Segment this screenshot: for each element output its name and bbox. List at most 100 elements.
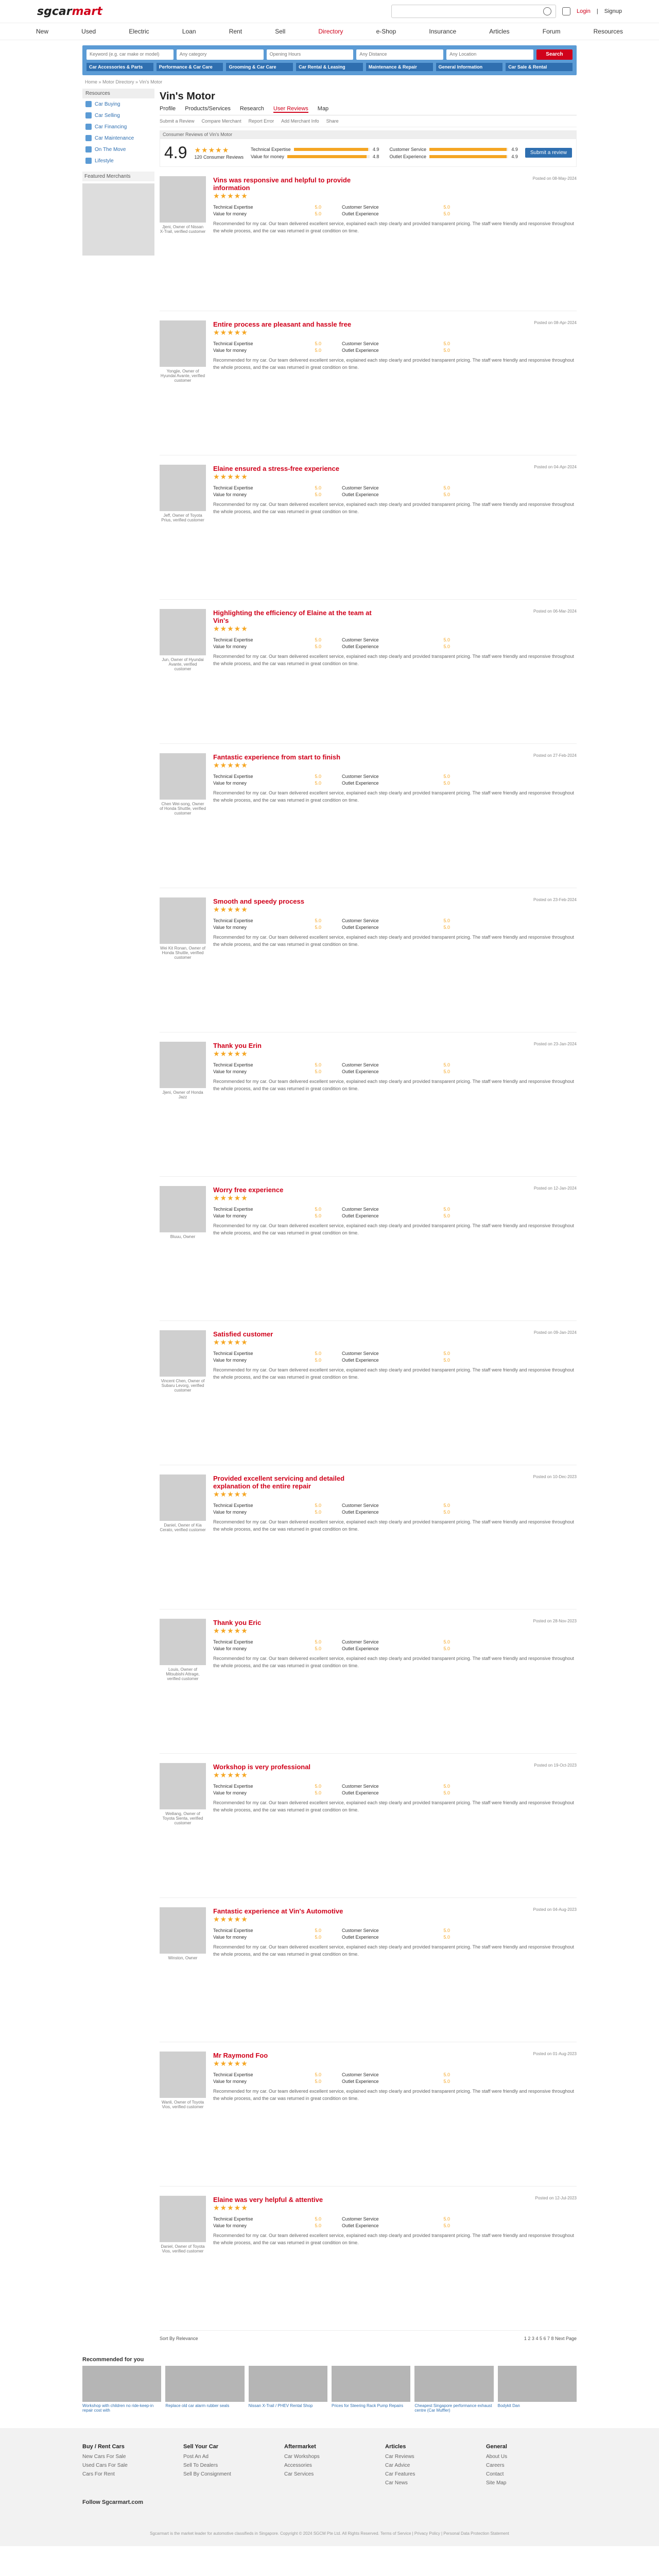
footer-link[interactable]: Car Features [385,2471,476,2477]
sort-select[interactable]: Sort By Relevance [160,2336,198,2341]
sub-rating-label: Technical Expertise [213,918,253,923]
login-link[interactable]: Login [577,8,591,14]
action-link[interactable]: Share [326,118,339,124]
header-search-input[interactable] [391,5,556,18]
action-link[interactable]: Add Merchant Info [281,118,319,124]
footer-link[interactable]: Careers [486,2463,577,2468]
action-link[interactable]: Report Error [249,118,274,124]
page-links[interactable]: 1 2 3 4 5 6 7 8 Next Page [524,2336,577,2341]
category-chip[interactable]: Grooming & Car Care [226,63,293,71]
action-link[interactable]: Compare Merchant [202,118,241,124]
action-link[interactable]: Submit a Review [160,118,195,124]
tab[interactable]: Research [240,106,264,113]
nav-item-resources[interactable]: Resources [588,28,628,35]
review-stars: ★★★★★ [213,472,248,481]
rec-card[interactable]: Prices for Steering Rack Pump Repairs [331,2366,411,2413]
nav-item-new[interactable]: New [31,28,54,35]
sub-rating-value: 5.0 [443,341,450,346]
footer-link[interactable]: Car News [385,2480,476,2486]
review-title[interactable]: Provided excellent servicing and detaile… [213,1475,378,1490]
rating-bar-label: Value for money [251,154,284,159]
footer-link[interactable]: Car Advice [385,2463,476,2468]
review-title[interactable]: Vins was responsive and helpful to provi… [213,176,378,192]
footer-link[interactable]: Site Map [486,2480,577,2486]
review-title[interactable]: Smooth and speedy process [213,897,304,905]
footer-link[interactable]: Car Services [284,2471,375,2477]
rec-card[interactable]: Cheapest Singapore performance exhaust c… [414,2366,494,2413]
footer-link[interactable]: Car Reviews [385,2454,476,2460]
review-title[interactable]: Elaine ensured a stress-free experience [213,465,339,472]
search-field[interactable]: Any Location [446,49,533,60]
search-field[interactable]: Opening Hours [266,49,354,60]
sub-rating-value: 5.0 [315,1351,321,1356]
review-text: Recommended for my car. Our team deliver… [213,358,575,370]
search-field[interactable]: Any category [176,49,264,60]
tab[interactable]: Map [318,106,328,113]
review-title[interactable]: Thank you Eric [213,1619,261,1626]
rec-card[interactable]: Bodykit Dan [497,2366,577,2413]
review-title[interactable]: Fantastic experience at Vin's Automotive [213,1907,343,1915]
footer-link[interactable]: Post An Ad [183,2454,274,2460]
rec-card[interactable]: Replace old car alarm rubber seals [165,2366,245,2413]
footer-link[interactable]: Car Workshops [284,2454,375,2460]
sidebar-item[interactable]: Lifestyle [82,155,154,166]
category-chip[interactable]: Car Rental & Leasing [296,63,363,71]
footer-link[interactable]: About Us [486,2454,577,2460]
nav-item-insurance[interactable]: Insurance [424,28,461,35]
review-title[interactable]: Entire process are pleasant and hassle f… [213,320,351,328]
footer-col-heading: Sell Your Car [183,2444,219,2450]
review-title[interactable]: Worry free experience [213,1186,283,1194]
footer-link[interactable]: Used Cars For Sale [82,2463,173,2468]
nav-item-rent[interactable]: Rent [224,28,247,35]
site-logo[interactable]: sgcarmart [37,5,102,18]
nav-item-forum[interactable]: Forum [537,28,566,35]
nav-item-directory[interactable]: Directory [313,28,348,35]
featured-banner[interactable] [82,183,154,256]
review-title[interactable]: Thank you Erin [213,1042,262,1049]
sidebar-item[interactable]: On The Move [82,144,154,155]
sub-rating: Technical Expertise 5.0 [213,1207,321,1212]
footer-link[interactable]: Accessories [284,2463,375,2468]
sidebar-item[interactable]: Car Maintenance [82,132,154,144]
footer-link[interactable]: Contact [486,2471,577,2477]
sub-rating: Value for money 5.0 [213,644,321,649]
review-title[interactable]: Highlighting the efficiency of Elaine at… [213,609,378,624]
review-title[interactable]: Fantastic experience from start to finis… [213,753,340,761]
tab[interactable]: User Reviews [273,106,308,113]
signup-link[interactable]: Signup [604,8,622,14]
footer-link[interactable]: Sell By Consignment [183,2471,274,2477]
footer-link[interactable]: Cars For Rent [82,2471,173,2477]
search-button[interactable]: Search [536,49,573,60]
sub-rating-label: Customer Service [342,918,379,923]
nav-item-sell[interactable]: Sell [270,28,290,35]
search-field[interactable]: Keyword (e.g. car make or model) [86,49,174,60]
nav-item-articles[interactable]: Articles [484,28,514,35]
category-chip[interactable]: Maintenance & Repair [366,63,433,71]
rec-card[interactable]: Nissan X-Trail / PHEV Rental Shop [248,2366,327,2413]
category-chip[interactable]: Performance & Car Care [156,63,223,71]
nav-item-eshop[interactable]: e-Shop [371,28,402,35]
nav-item-electric[interactable]: Electric [124,28,154,35]
footer-link[interactable]: Sell To Dealers [183,2463,274,2468]
review-header: Thank you Erin Posted on 23-Jan-2024 [213,1042,577,1049]
review-title[interactable]: Workshop is very professional [213,1763,310,1771]
search-field[interactable]: Any Distance [356,49,444,60]
rec-card[interactable]: Workshop with children no ride-keep-in r… [82,2366,162,2413]
tab[interactable]: Profile [160,106,176,113]
footer-link[interactable]: New Cars For Sale [82,2454,173,2460]
tab[interactable]: Products/Services [185,106,231,113]
notification-icon[interactable] [562,7,570,15]
review-title[interactable]: Satisfied customer [213,1330,273,1338]
category-chip[interactable]: Car Sale & Rental [506,63,573,71]
category-chip[interactable]: Car Accessories & Parts [86,63,153,71]
review-stars: ★★★★★ [213,328,248,336]
review-title[interactable]: Elaine was very helpful & attentive [213,2196,323,2204]
nav-item-loan[interactable]: Loan [177,28,201,35]
sidebar-item[interactable]: Car Financing [82,121,154,132]
sidebar-item[interactable]: Car Buying [82,98,154,110]
category-chip[interactable]: General Information [436,63,503,71]
sidebar-item[interactable]: Car Selling [82,110,154,121]
submit-review-button[interactable]: Submit a review [525,148,572,158]
nav-item-used[interactable]: Used [76,28,101,35]
review-title[interactable]: Mr Raymond Foo [213,2052,268,2059]
